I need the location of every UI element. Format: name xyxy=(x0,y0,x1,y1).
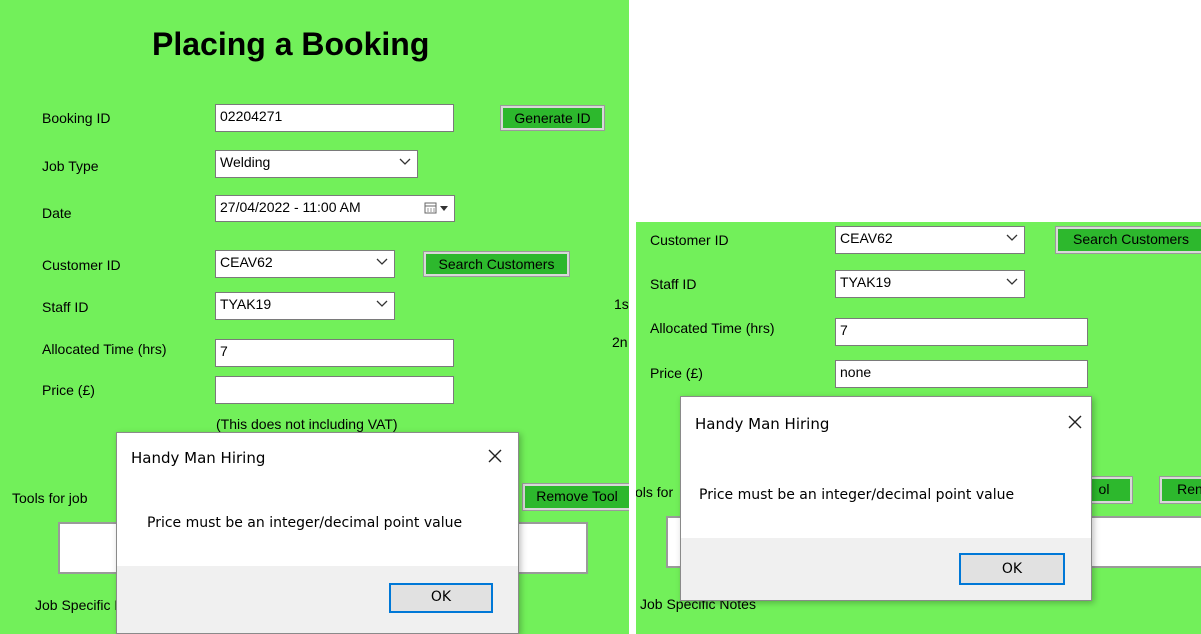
tools-for-job-label: Tools for job xyxy=(12,490,88,506)
date-label: Date xyxy=(42,205,72,221)
allocated-time-input[interactable]: 7 xyxy=(835,318,1088,346)
error-dialog: Handy Man Hiring Price must be an intege… xyxy=(116,432,519,634)
chevron-down-icon xyxy=(399,158,411,165)
staff-id-select[interactable]: TYAK19 xyxy=(215,292,395,320)
close-icon[interactable] xyxy=(487,448,503,464)
booking-id-label: Booking ID xyxy=(42,110,111,126)
calendar-icon[interactable] xyxy=(424,202,450,214)
chevron-down-icon xyxy=(376,258,388,265)
customer-id-label: Customer ID xyxy=(42,257,121,273)
allocated-time-label: Allocated Time (hrs) xyxy=(42,341,167,357)
dialog-message: Price must be an integer/decimal point v… xyxy=(699,487,1015,503)
search-customers-button[interactable]: Search Customers xyxy=(424,252,569,276)
date-value: 27/04/2022 - 11:00 AM xyxy=(220,199,361,215)
dialog-footer: OK xyxy=(117,566,518,633)
job-type-select[interactable]: Welding xyxy=(215,150,418,178)
staff-id-select[interactable]: TYAK19 xyxy=(835,270,1025,298)
staff-id-label: Staff ID xyxy=(650,276,697,292)
job-type-label: Job Type xyxy=(42,158,99,174)
allocated-time-label: Allocated Time (hrs) xyxy=(650,320,775,336)
left-booking-form: Placing a Booking Booking ID 02204271 Ge… xyxy=(0,0,629,634)
dialog-footer: OK xyxy=(681,538,1091,600)
customer-id-value: CEAV62 xyxy=(220,254,273,270)
remove-tool-button[interactable]: Ren xyxy=(1160,477,1201,503)
price-input[interactable] xyxy=(215,376,454,404)
chevron-down-icon xyxy=(1006,234,1018,241)
second-label-fragment: 2n xyxy=(612,334,628,350)
job-type-value: Welding xyxy=(220,154,271,170)
page-title: Placing a Booking xyxy=(152,26,430,62)
first-label-fragment: 1st xyxy=(614,296,629,312)
price-label: Price (£) xyxy=(42,382,95,398)
chevron-down-icon xyxy=(376,300,388,307)
dialog-message: Price must be an integer/decimal point v… xyxy=(147,515,463,531)
booking-id-input[interactable]: 02204271 xyxy=(215,104,454,132)
staff-id-value: TYAK19 xyxy=(220,296,272,312)
right-booking-form: Customer ID CEAV62 Search Customers Staf… xyxy=(636,222,1201,634)
tools-for-job-label: ols for xyxy=(636,484,674,500)
customer-id-value: CEAV62 xyxy=(840,230,893,246)
staff-id-label: Staff ID xyxy=(42,299,89,315)
vat-note: (This does not including VAT) xyxy=(216,416,398,432)
customer-id-select[interactable]: CEAV62 xyxy=(215,250,395,278)
generate-id-button[interactable]: Generate ID xyxy=(501,106,604,130)
allocated-time-input[interactable]: 7 xyxy=(215,339,454,367)
search-customers-button[interactable]: Search Customers xyxy=(1056,227,1201,253)
price-label: Price (£) xyxy=(650,365,703,381)
dialog-title: Handy Man Hiring xyxy=(695,415,830,433)
ok-button[interactable]: OK xyxy=(959,553,1065,585)
error-dialog: Handy Man Hiring Price must be an intege… xyxy=(680,396,1092,601)
date-picker[interactable]: 27/04/2022 - 11:00 AM xyxy=(215,195,455,222)
chevron-down-icon xyxy=(1006,278,1018,285)
remove-tool-button[interactable]: Remove Tool xyxy=(523,484,629,510)
close-icon[interactable] xyxy=(1067,414,1083,430)
dialog-title: Handy Man Hiring xyxy=(131,449,266,467)
customer-id-select[interactable]: CEAV62 xyxy=(835,226,1025,254)
staff-id-value: TYAK19 xyxy=(840,274,892,290)
ok-button[interactable]: OK xyxy=(389,583,493,613)
customer-id-label: Customer ID xyxy=(650,232,729,248)
price-input[interactable]: none xyxy=(835,360,1088,388)
